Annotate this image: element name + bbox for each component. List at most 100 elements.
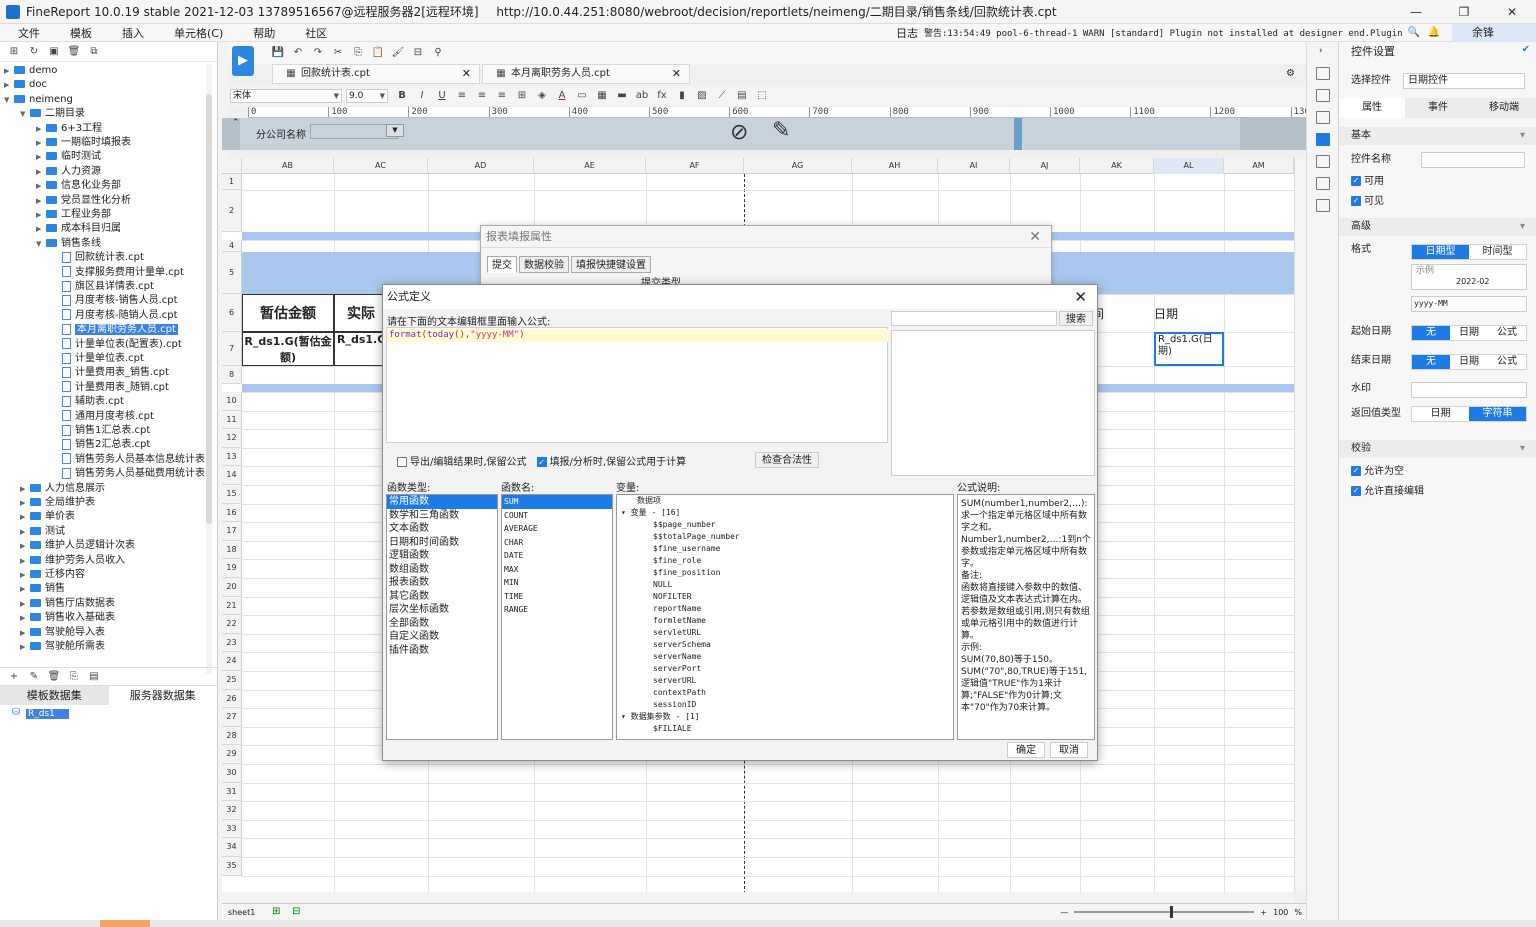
function-type-item[interactable]: 数组函数 (387, 563, 497, 577)
chevron-right-icon[interactable]: ▶ (20, 568, 30, 582)
variable-item[interactable]: formletName (617, 615, 953, 627)
tab-template-datasets[interactable]: 模板数据集 (0, 686, 109, 705)
tree-file[interactable]: 销售劳务人员基本信息统计表 (52, 453, 205, 467)
column-header-cell[interactable]: AK (1080, 158, 1154, 174)
row-header-cell[interactable]: 14 (222, 466, 242, 485)
row-header-cell[interactable]: 25 (222, 671, 242, 690)
variable-item[interactable]: serverName (617, 651, 953, 663)
cell-attr-icon[interactable] (1315, 89, 1330, 102)
variable-item[interactable]: $fine_position (617, 567, 953, 579)
preview-dataset-icon[interactable]: ⎘ (67, 670, 81, 684)
variable-item[interactable]: $$totalPage_number (617, 531, 953, 543)
menu-template[interactable]: 模板 (52, 25, 104, 41)
tab-data-check[interactable]: 数据校验 (519, 256, 569, 273)
row-header-cell[interactable]: 10 (222, 392, 242, 411)
minimize-button[interactable]: — (1392, 0, 1440, 24)
delete-dataset-icon[interactable]: 🗑 (47, 670, 61, 684)
formula-text[interactable]: format(today(),"yyyy-MM") (387, 329, 889, 342)
font-select[interactable]: 宋体 (230, 89, 342, 103)
save-icon[interactable]: 💾 (271, 46, 285, 60)
new-folder-icon[interactable]: ⊞ (7, 45, 21, 59)
tree-scrollbar[interactable] (206, 64, 212, 674)
tab-template-1[interactable]: ▦ 回款统计表.cpt ✕ (272, 64, 480, 84)
variable-tree[interactable]: 数据项 ▾ 变量 - [16] $$page_number $$totalPage_n… (616, 494, 954, 740)
font-color-icon[interactable]: A (555, 89, 569, 103)
column-header-cell[interactable]: AL (1154, 158, 1224, 174)
function-name-item[interactable]: CHAR (502, 536, 612, 550)
chevron-right-icon[interactable]: ▶ (36, 136, 46, 150)
dataset-item[interactable]: ⛁ R_ds1 (6, 706, 69, 720)
tree-file[interactable]: 旗区县详情表.cpt (52, 280, 154, 294)
row-header-cell[interactable]: 8 (222, 366, 242, 384)
tree-file[interactable]: 计量费用表_随销.cpt (52, 381, 169, 395)
param-input[interactable] (310, 124, 398, 139)
row-header-cell[interactable]: 21 (222, 596, 242, 616)
row-header-cell[interactable]: 12 (222, 429, 242, 448)
function-name-item[interactable]: SUM (502, 495, 612, 509)
tree-folder[interactable]: ▶ 全局维护表 (20, 496, 95, 510)
function-type-item[interactable]: 逻辑函数 (387, 549, 497, 563)
enabled-checkbox[interactable]: ✓ 可用 (1351, 174, 1384, 190)
variable-item[interactable]: $$page_number (617, 519, 953, 531)
function-type-item[interactable]: 层次坐标函数 (387, 603, 497, 617)
tree-file[interactable]: 销售2汇总表.cpt (52, 438, 150, 452)
warning-message[interactable]: 警告:13:54:49 pool-6-thread-1 WARN [standa… (924, 26, 1404, 39)
tree-folder[interactable]: ▶ 一期临时填报表 (36, 136, 131, 150)
grid-horizontal-scrollbar[interactable] (222, 892, 1294, 902)
start-formula-option[interactable]: 公式 (1488, 326, 1526, 340)
check-validity-button[interactable]: 检查合法性 (755, 452, 819, 468)
row-header-cell[interactable]: 2 (222, 190, 242, 232)
select-widget-dropdown[interactable]: 日期控件 (1403, 73, 1525, 89)
row-header-cell[interactable]: 17 (222, 522, 242, 541)
column-header-cell[interactable]: AB (242, 158, 334, 174)
chevron-right-icon[interactable]: ▶ (36, 208, 46, 222)
copy-icon[interactable]: ⎘ (351, 46, 365, 60)
chevron-right-icon[interactable]: ▶ (36, 122, 46, 136)
italic-icon[interactable]: I (415, 89, 429, 103)
allow-edit-checkbox[interactable]: ✓ 允许直接编辑 (1351, 484, 1424, 500)
redo-icon[interactable]: ↷ (311, 46, 325, 60)
param-resize-handle[interactable] (1014, 118, 1022, 150)
tree-file[interactable]: 销售劳务人员基础费用统计表 (52, 467, 205, 481)
tree-file[interactable]: 回款统计表.cpt (52, 251, 144, 265)
text-icon[interactable]: ab (635, 89, 649, 103)
condition-icon[interactable] (1315, 155, 1330, 168)
function-type-item[interactable]: 全部函数 (387, 617, 497, 631)
tree-file[interactable]: 计量单位表.cpt (52, 352, 144, 366)
formula-editor[interactable]: format(today(),"yyyy-MM") (386, 327, 889, 443)
function-name-item[interactable]: TIME (502, 590, 612, 604)
start-none-option[interactable]: 无 (1412, 326, 1450, 340)
row-header-cell[interactable]: 28 (222, 726, 242, 746)
section-validate[interactable]: 校验 (1339, 440, 1536, 458)
filter-icon[interactable]: ⚲ (431, 46, 445, 60)
more-icon[interactable]: ⬚ (755, 89, 769, 103)
edit-pen-icon[interactable]: ✎ (772, 118, 790, 143)
chevron-right-icon[interactable]: ▶ (20, 640, 30, 654)
function-type-item[interactable]: 文本函数 (387, 522, 497, 536)
end-formula-option[interactable]: 公式 (1488, 355, 1526, 369)
collapse-param-icon[interactable]: ⌃ (232, 118, 240, 128)
function-type-item[interactable]: 插件函数 (387, 644, 497, 658)
end-date-option[interactable]: 日期 (1450, 355, 1488, 369)
behind-close-icon[interactable]: ✕ (1029, 226, 1041, 248)
variable-item[interactable]: servletURL (617, 627, 953, 639)
variable-item[interactable]: reportName (617, 603, 953, 615)
bell-icon[interactable]: 🔔 (1427, 26, 1441, 40)
tree-folder[interactable]: ▶ 6+3工程 (36, 122, 102, 136)
bold-icon[interactable]: B (395, 89, 409, 103)
function-type-item[interactable]: 数学和三角函数 (387, 509, 497, 523)
ok-button[interactable]: 确定 (1007, 742, 1045, 758)
widget-settings-icon[interactable] (1315, 133, 1330, 146)
tree-folder[interactable]: ▼ 二期目录 (20, 107, 85, 121)
align-right-icon[interactable]: ≡ (495, 89, 509, 103)
column-header-cell[interactable]: AD (428, 158, 534, 174)
function-name-item[interactable]: MIN (502, 576, 612, 590)
tree-file[interactable]: 月度考核-销售人员.cpt (52, 294, 178, 308)
merge-icon[interactable]: ▭ (575, 89, 589, 103)
return-date-option[interactable]: 日期 (1412, 407, 1469, 421)
row-header-cell[interactable]: 29 (222, 745, 242, 764)
function-name-list[interactable]: SUM COUNT AVERAGE CHAR DATE MAX MIN TIME RANGE (501, 494, 613, 740)
function-name-item[interactable]: MAX (502, 563, 612, 577)
variable-item[interactable]: serverSchema (617, 639, 953, 651)
function-type-list[interactable]: 常用函数 数学和三角函数 文本函数 日期和时间函数 逻辑函数 数组函数 报表函数 其它函数 层次… (386, 494, 498, 740)
